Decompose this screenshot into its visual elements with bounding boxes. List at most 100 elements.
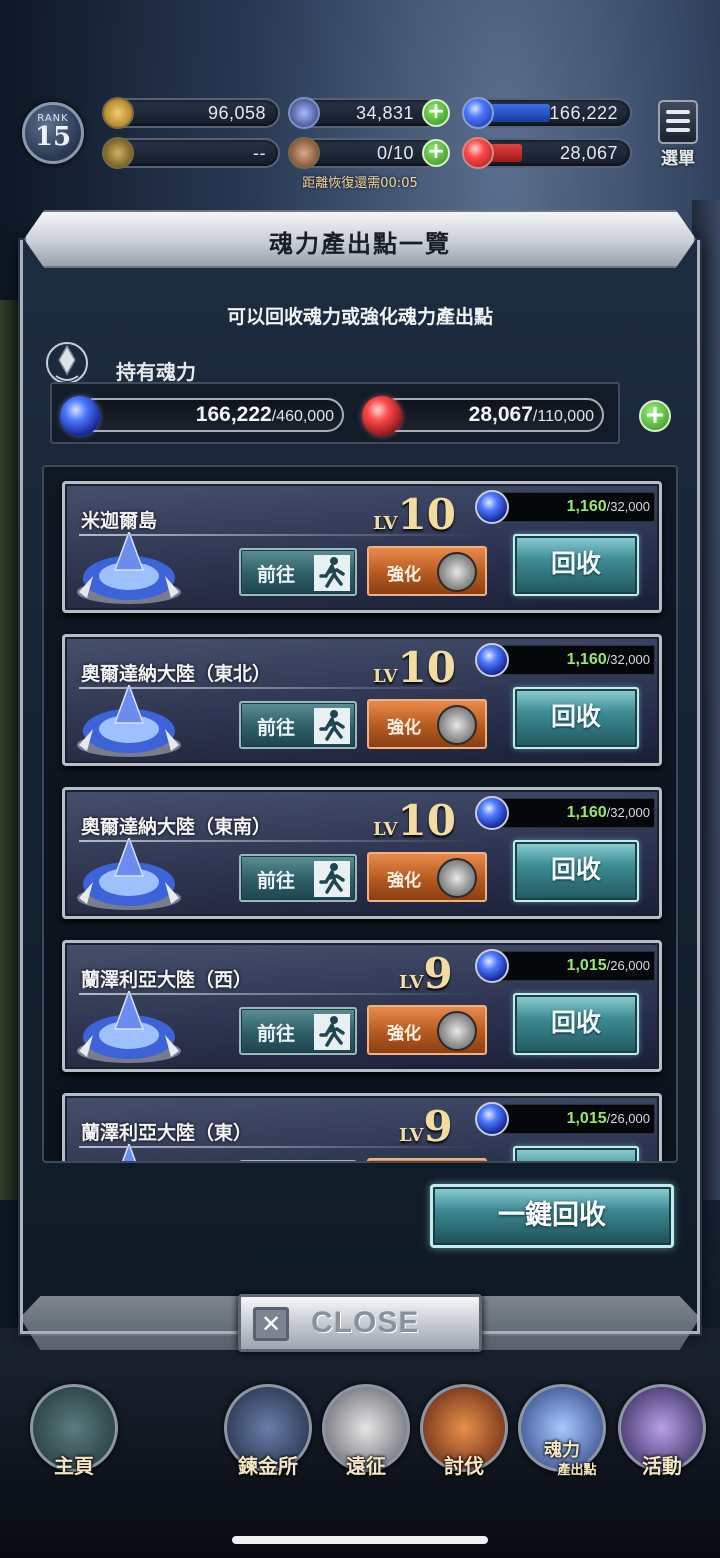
nav-expedition-label: 遠征 [346,1454,386,1478]
spot-name: 蘭澤利亞大陸（東） [81,1122,253,1144]
dialog-title: 魂力產出點一覽 [269,230,451,258]
stamina-recover-timer: 距離恢復還需00:05 [302,176,418,191]
go-button[interactable]: 前往 [239,548,357,596]
nav-home[interactable]: 主頁 [28,1384,120,1484]
crystal-value: 34,831 [355,103,414,123]
trophy-resource[interactable]: -- [102,137,280,169]
spot-accumulated-soul: 1,160/32,000 [495,798,655,828]
soul-spot-card: 米迦爾島 LV10 1,160/32,000 前往 強化 回收 [62,481,662,613]
upgrade-label: 強化 [387,1024,421,1044]
menu-label: 選單 [661,149,695,169]
home-indicator[interactable] [232,1536,488,1544]
running-man-icon [314,708,350,744]
soul-crystal-icon [77,838,181,910]
red-soul-value: 28,067 [559,143,618,163]
trophy-value: -- [253,143,266,163]
nav-soul-spot-label: 魂力 產出點 [516,1442,608,1480]
blue-soul-orb-icon [475,643,509,677]
nav-soul-spot-subtitle: 產出點 [557,1463,597,1478]
nav-events-label: 活動 [642,1454,682,1478]
add-crystal-button[interactable]: + [422,99,450,127]
nav-alchemy-label: 鍊金所 [238,1454,298,1478]
level-number: 9 [423,949,453,998]
level-number: 10 [397,643,456,692]
collect-all-button[interactable]: 一鍵回收 [430,1184,674,1248]
crystal-resource[interactable]: 34,831 + [288,97,450,129]
blue-soul-max: /460,000 [271,408,334,425]
level-prefix: LV [399,1125,424,1146]
crystal-icon [288,97,320,129]
menu-icon [658,100,698,144]
blue-soul-orb-icon [475,490,509,524]
accumulated-current: 1,015 [566,957,607,974]
upgrade-button[interactable]: 強化 [367,699,487,749]
nav-subjugation[interactable]: 討伐 [418,1384,510,1484]
upgrade-button[interactable]: 強化 [367,1005,487,1055]
go-label: 前往 [257,1023,296,1045]
collect-button[interactable]: 回收 [513,1146,639,1161]
soul-spot-card: 奧爾達納大陸（東北） LV10 1,160/32,000 前往 強化 回收 [62,634,662,766]
stamina-icon [288,137,320,169]
spot-accumulated-soul: 1,160/32,000 [495,492,655,522]
go-button[interactable]: 前往 [239,854,357,902]
go-label: 前往 [257,870,296,892]
nav-events[interactable]: 活動 [616,1384,708,1484]
upgrade-button[interactable]: 強化 [367,852,487,902]
nav-home-label: 主頁 [54,1454,94,1478]
close-button[interactable]: ✕ CLOSE [238,1294,482,1352]
menu-button[interactable]: 選單 [656,100,700,172]
upgrade-button[interactable]: 強化 [367,1158,487,1161]
blue-soul-total: 166,222/460,000 [78,398,344,432]
red-soul-orb-icon [362,396,402,436]
accumulated-current: 1,015 [566,1110,607,1127]
close-icon: ✕ [253,1307,289,1341]
add-stamina-button[interactable]: + [422,139,450,167]
running-man-icon [314,555,350,591]
nav-soul-spot[interactable]: 魂力 產出點 [516,1384,608,1484]
add-soul-button[interactable]: + [639,400,671,432]
go-button[interactable]: 前往 [239,701,357,749]
spot-level: LV9 [399,1102,453,1151]
spot-accumulated-soul: 1,015/26,000 [495,1104,655,1134]
collect-button[interactable]: 回收 [513,687,639,749]
go-button[interactable]: 前往 [239,1160,357,1161]
gold-coin-icon [102,97,134,129]
soul-crystal-icon [77,991,181,1063]
stamina-resource[interactable]: 0/10 + [288,137,450,169]
go-button[interactable]: 前往 [239,1007,357,1055]
nav-alchemy[interactable]: 鍊金所 [222,1384,314,1484]
gold-resource[interactable]: 96,058 [102,97,280,129]
collect-button[interactable]: 回收 [513,840,639,902]
upgrade-emblem-icon [437,552,477,592]
go-label: 前往 [257,717,296,739]
accumulated-max: /32,000 [606,805,650,820]
red-soul-bar [490,144,522,162]
red-soul-resource: 28,067 [462,137,632,169]
rank-badge[interactable]: RANK 15 [22,102,84,164]
nav-soul-spot-title: 魂力 [544,1440,580,1461]
nav-expedition[interactable]: 遠征 [320,1384,412,1484]
accumulated-current: 1,160 [566,804,607,821]
red-soul-total: 28,067/110,000 [380,398,604,432]
level-prefix: LV [373,819,398,840]
collect-button[interactable]: 回收 [513,534,639,596]
spot-level: LV10 [373,796,456,845]
collect-button[interactable]: 回收 [513,993,639,1055]
level-number: 9 [423,1102,453,1151]
trophy-icon [102,137,134,169]
blue-soul-orb-icon [462,97,494,129]
spot-level: LV9 [399,949,453,998]
rank-value: 15 [34,122,72,152]
accumulated-max: /26,000 [606,1111,650,1126]
blue-soul-orb-icon [475,1102,509,1136]
blue-soul-orb-icon [475,796,509,830]
nav-subjugation-label: 討伐 [444,1454,484,1478]
soul-spot-list[interactable]: 米迦爾島 LV10 1,160/32,000 前往 強化 回收 奧爾達納大陸（東… [42,465,678,1163]
upgrade-label: 強化 [387,718,421,738]
upgrade-emblem-icon [437,858,477,898]
blue-soul-orb-icon [475,949,509,983]
owned-soul-label: 持有魂力 [116,360,196,384]
upgrade-button[interactable]: 強化 [367,546,487,596]
dialog-subtitle: 可以回收魂力或強化魂力產出點 [226,306,493,328]
spot-level: LV10 [373,490,456,539]
